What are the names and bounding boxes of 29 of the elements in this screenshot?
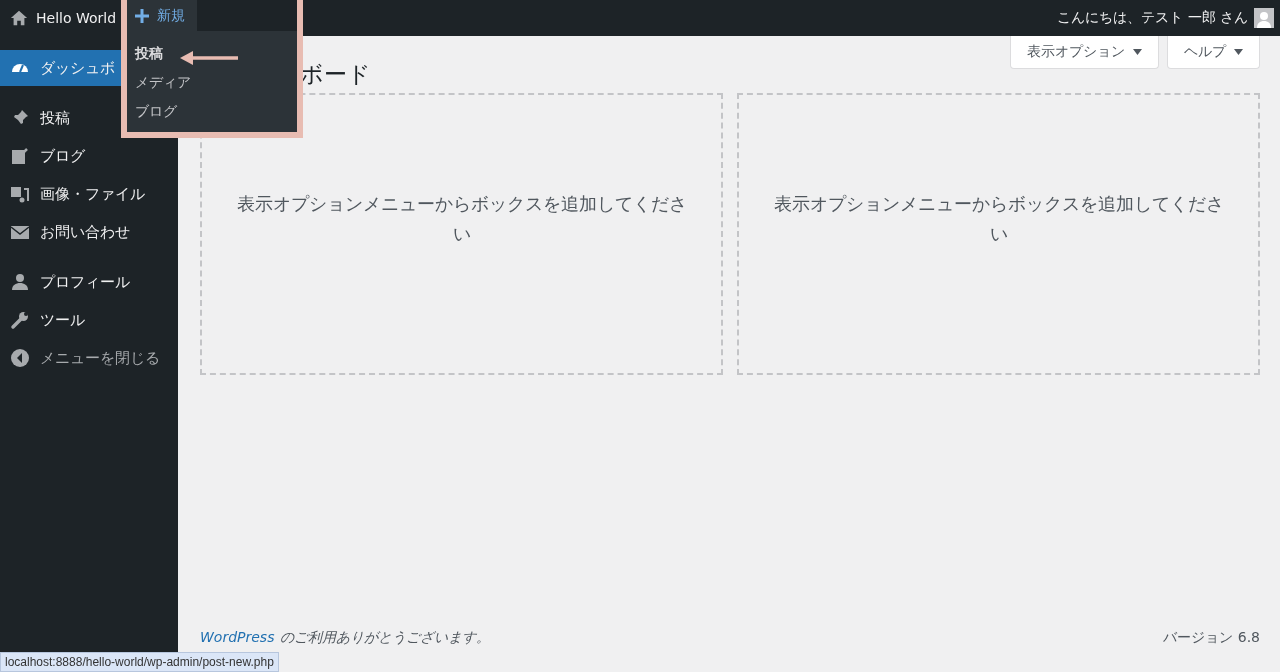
screen-menu-button[interactable]: ヘルプ [1167, 36, 1260, 69]
footer-text: WordPress のご利用ありがとうございます。 [200, 629, 491, 647]
dropdown-item[interactable]: ブログ [127, 97, 297, 126]
user-greeting[interactable]: こんにちは、テスト 一郎 さん [1057, 9, 1248, 27]
media-icon [10, 184, 30, 204]
home-icon [10, 9, 28, 27]
empty-message: 表示オプションメニューからボックスを追加してください [773, 193, 1224, 246]
edit-icon [10, 146, 30, 166]
new-content-button[interactable]: 新規 [127, 0, 197, 31]
empty-message: 表示オプションメニューからボックスを追加してください [236, 193, 687, 246]
user-icon [10, 272, 30, 292]
wrench-icon [10, 310, 30, 330]
wordpress-link[interactable]: WordPress [200, 629, 275, 645]
plus-icon [135, 8, 149, 23]
caret-icon [1234, 49, 1243, 55]
sidebar-item[interactable]: 画像・ファイル [0, 176, 178, 212]
site-name[interactable]: Hello World [36, 10, 117, 26]
avatar-icon[interactable] [1254, 8, 1274, 28]
status-url: localhost:8888/hello-world/wp-admin/post-new.php [0, 652, 279, 672]
screen-menu-button[interactable]: 表示オプション [1010, 36, 1159, 69]
sidebar-item[interactable]: ツール [0, 302, 178, 338]
collapse-icon [10, 348, 30, 368]
annotation-arrow [180, 50, 240, 66]
sidebar-item[interactable]: お問い合わせ [0, 214, 178, 250]
sidebar-item[interactable]: ブログ [0, 138, 178, 174]
sidebar-item[interactable]: メニューを閉じる [0, 340, 178, 376]
sidebar-item[interactable]: プロフィール [0, 264, 178, 300]
caret-icon [1133, 49, 1142, 55]
version-text: バージョン 6.8 [1163, 629, 1260, 647]
